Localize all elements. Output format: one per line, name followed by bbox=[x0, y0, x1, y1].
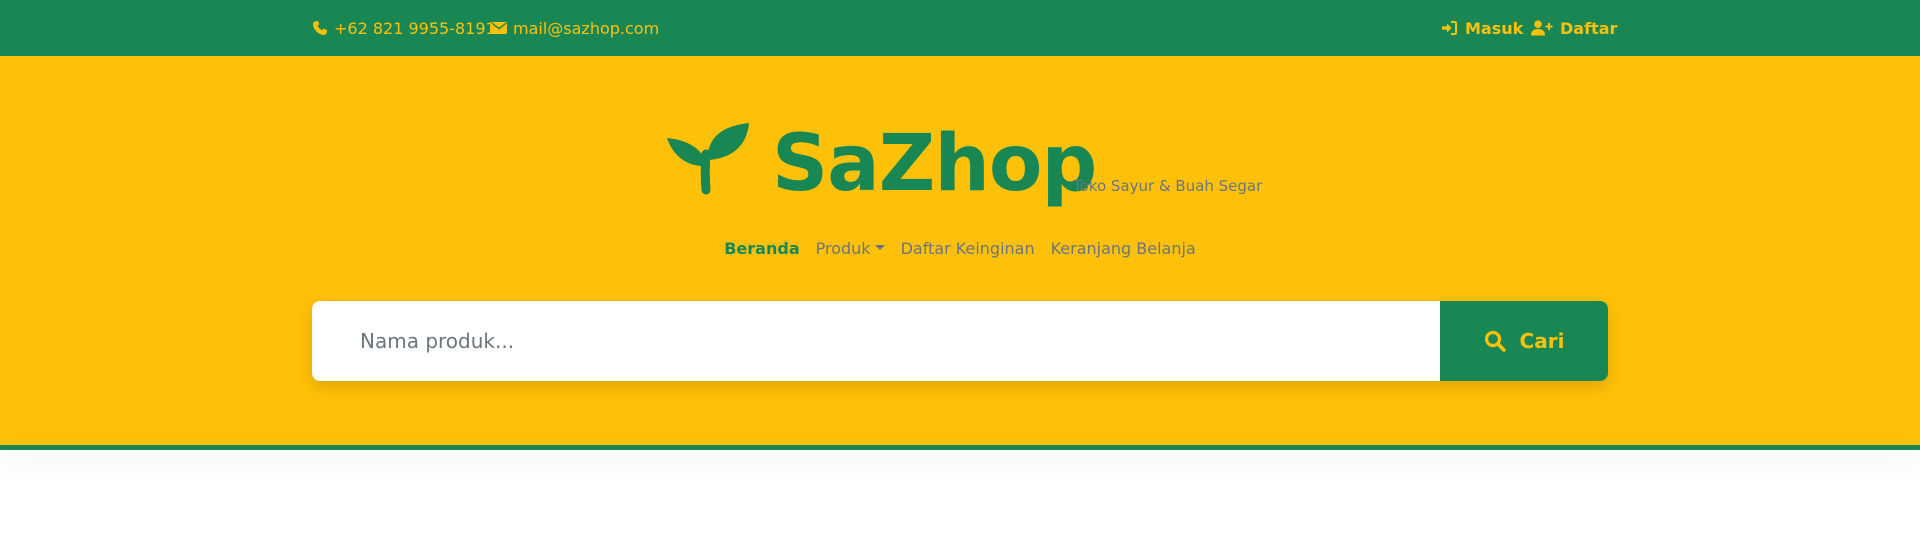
contact-phone[interactable]: +62 821 9955-8191 bbox=[312, 0, 496, 56]
header-bottom-border bbox=[0, 445, 1920, 450]
caret-down-icon bbox=[874, 245, 885, 250]
nav-item-keranjang-belanja[interactable]: Keranjang Belanja bbox=[1043, 237, 1204, 261]
sprout-icon bbox=[667, 123, 749, 195]
nav-item-produk-label: Produk bbox=[815, 239, 871, 258]
search-icon bbox=[1484, 330, 1506, 352]
user-plus-icon bbox=[1531, 20, 1553, 36]
sign-in-icon bbox=[1442, 21, 1457, 35]
nav-item-produk[interactable]: Produk bbox=[808, 237, 893, 261]
phone-number: +62 821 9955-8191 bbox=[334, 18, 496, 38]
brand-tagline: Toko Sayur & Buah Segar bbox=[1073, 177, 1263, 195]
nav-item-daftar-keinginan[interactable]: Daftar Keinginan bbox=[893, 237, 1043, 261]
register-link[interactable]: Daftar bbox=[1531, 0, 1617, 56]
contact-email[interactable]: mail@sazhop.com bbox=[491, 0, 659, 56]
email-address: mail@sazhop.com bbox=[513, 18, 660, 38]
top-bar: +62 821 9955-8191 mail@sazhop.com Masuk … bbox=[0, 0, 1920, 56]
login-link[interactable]: Masuk bbox=[1441, 0, 1523, 56]
phone-icon bbox=[313, 21, 327, 35]
search-bar: Cari bbox=[312, 301, 1608, 381]
search-input[interactable] bbox=[312, 301, 1440, 381]
brand-name[interactable]: SaZhop bbox=[772, 116, 1097, 212]
search-button[interactable]: Cari bbox=[1440, 301, 1608, 381]
search-button-label: Cari bbox=[1519, 329, 1565, 353]
main-nav: Beranda Produk Daftar Keinginan Keranjan… bbox=[0, 237, 1920, 261]
login-label: Masuk bbox=[1465, 18, 1524, 38]
nav-item-beranda[interactable]: Beranda bbox=[716, 237, 807, 261]
envelope-icon bbox=[491, 22, 507, 34]
register-label: Daftar bbox=[1560, 18, 1618, 38]
